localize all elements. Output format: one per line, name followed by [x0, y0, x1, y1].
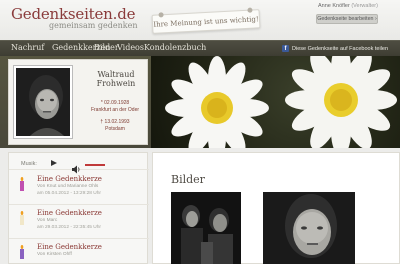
candle-icon: [19, 244, 25, 259]
candle-date: am 29.03.2012 - 22:35:45 Uhr: [37, 225, 102, 230]
candle-title[interactable]: Eine Gedenkkerze: [37, 175, 102, 183]
candle-title[interactable]: Eine Gedenkkerze: [37, 243, 102, 251]
deceased-first-name: Waltraud: [97, 70, 135, 79]
feedback-note-label: Ihre Meinung ist uns wichtig!: [153, 14, 259, 29]
birth-date: * 02.09.1928: [100, 100, 130, 106]
nav-item-videos[interactable]: Videos: [117, 43, 144, 52]
pin-icon: [247, 7, 253, 13]
facebook-share-label: Diese Gedenkseite auf Facebook teilen: [292, 45, 389, 52]
candle-title[interactable]: Eine Gedenkkerze: [37, 209, 102, 217]
candle-icon: [19, 210, 25, 225]
profile-card: Waltraud Frohwein * 02.09.1928 Frankfurt…: [8, 59, 148, 145]
candle-list-item[interactable]: Eine Gedenkkerze Von Knut und Marianne O…: [9, 171, 149, 205]
deceased-name: Waltraud Frohwein: [85, 70, 147, 88]
gallery-photo[interactable]: [263, 192, 355, 264]
volume-slider[interactable]: [85, 164, 105, 166]
candle-author: Von Marc: [37, 218, 58, 223]
death-place: Potsdam: [105, 126, 125, 132]
main-nav: Nachruf Gedenkkerzen Bilder Videos Kondo…: [0, 40, 400, 56]
admin-info: Anne Knöfler (Verwalter): [318, 3, 398, 9]
facebook-icon: f: [282, 45, 289, 52]
music-player: Musik:: [9, 158, 149, 174]
nav-item-kondolenzbuch[interactable]: Kondolenzbuch: [144, 43, 206, 52]
nav-item-nachruf[interactable]: Nachruf: [11, 43, 44, 52]
portrait-photo: [14, 66, 72, 138]
candle-author: Von Kirsten Ohff: [37, 252, 72, 257]
edit-memorial-button[interactable]: Gedenkseite bearbeiten ›: [316, 14, 378, 24]
candles-panel: Musik: Eine Gedenkkerze Von Knut und Mar…: [8, 152, 149, 264]
candle-date: am 05.04.2012 - 13:29:28 Uhr: [37, 191, 102, 196]
admin-role: (Verwalter): [351, 3, 378, 9]
candle-icon: [19, 176, 25, 191]
pin-icon: [158, 12, 164, 18]
birth-place: Frankfurt an der Oder: [90, 107, 140, 113]
header: Gedenkseiten.de gemeinsam gedenken Ihre …: [0, 0, 400, 40]
music-label: Musik:: [21, 161, 37, 167]
play-icon[interactable]: [51, 160, 57, 166]
hero-flower-image: [151, 56, 400, 148]
candle-list-item[interactable]: Eine Gedenkkerze Von Kirsten Ohff: [9, 239, 149, 264]
facebook-share-link[interactable]: f Diese Gedenkseite auf Facebook teilen: [282, 45, 388, 52]
gallery-photo[interactable]: [171, 192, 241, 264]
gallery-title: Bilder: [171, 173, 205, 186]
site-logo-subtitle: gemeinsam gedenken: [49, 21, 138, 30]
nav-item-bilder[interactable]: Bilder: [94, 43, 119, 52]
life-dates: * 02.09.1928 Frankfurt an der Oder † 13.…: [83, 100, 147, 133]
deceased-last-name: Frohwein: [96, 79, 136, 88]
hero-band: Waltraud Frohwein * 02.09.1928 Frankfurt…: [0, 56, 400, 148]
admin-name: Anne Knöfler: [318, 3, 350, 9]
gallery-panel: Bilder: [152, 152, 400, 264]
candle-list-item[interactable]: Eine Gedenkkerze Von Marc am 29.03.2012 …: [9, 205, 149, 239]
feedback-note[interactable]: Ihre Meinung ist uns wichtig!: [151, 7, 261, 34]
candle-author: Von Knut und Marianne Ohls: [37, 184, 99, 189]
death-date: † 13.02.1993: [100, 119, 130, 125]
